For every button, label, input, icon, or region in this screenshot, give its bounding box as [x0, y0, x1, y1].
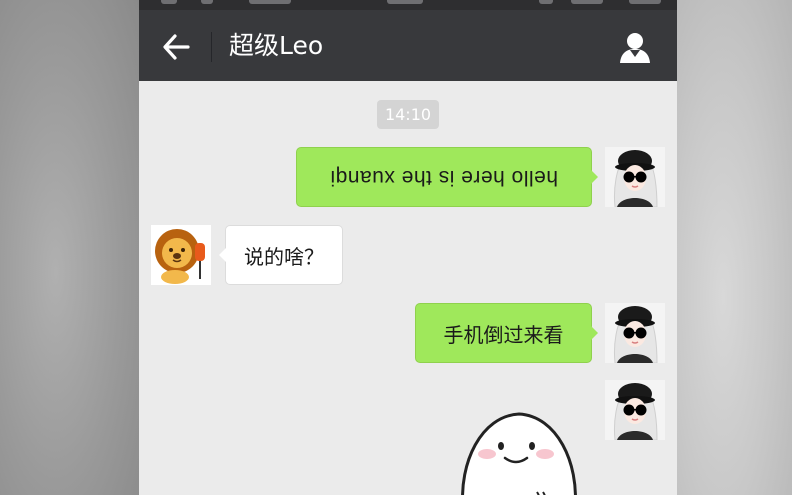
back-arrow-icon — [163, 34, 190, 60]
person-icon — [620, 33, 650, 63]
phone-screen: 超级Leo 14:10 hello here is the xuanqi 说的啥… — [139, 0, 677, 495]
network-icon — [249, 0, 291, 4]
bubble-tail — [591, 326, 598, 340]
chat-header: 超级Leo — [139, 10, 677, 81]
message-text: 说的啥？ — [244, 244, 324, 269]
back-button[interactable] — [157, 28, 195, 66]
chat-info-button[interactable] — [615, 28, 655, 66]
message-bubble-sent[interactable]: 手机倒过来看 — [415, 303, 598, 363]
signal-icon — [161, 0, 177, 4]
location-icon — [539, 0, 553, 4]
girl-avatar-icon — [605, 303, 665, 363]
background-left — [0, 0, 139, 495]
chat-title: 超级Leo — [229, 31, 324, 60]
friend-avatar[interactable] — [151, 225, 211, 285]
bubble-tail — [219, 248, 226, 262]
my-avatar[interactable] — [605, 303, 665, 363]
girl-avatar-icon — [605, 380, 665, 440]
battery-icon — [629, 0, 661, 4]
message-bubble-sent[interactable]: hello here is the xuanqi — [296, 147, 598, 207]
my-avatar[interactable] — [605, 380, 665, 440]
carrier-icon — [201, 0, 213, 4]
sticker-message[interactable] — [459, 408, 579, 495]
smiling-dumpling-sticker-icon — [461, 412, 577, 495]
bubble-tail — [591, 170, 598, 184]
lion-avatar-icon — [151, 225, 211, 285]
message-text: 手机倒过来看 — [443, 322, 564, 347]
girl-avatar-icon — [605, 147, 665, 207]
message-text: hello here is the xuanqi — [330, 166, 558, 189]
header-divider — [211, 32, 212, 62]
my-avatar[interactable] — [605, 147, 665, 207]
status-bar — [139, 0, 677, 10]
battery-text-icon — [571, 0, 603, 4]
background-right — [677, 0, 792, 495]
message-bubble-received[interactable]: 说的啥？ — [219, 225, 343, 285]
message-timestamp: 14:10 — [377, 100, 439, 129]
clock-icon — [387, 0, 423, 4]
